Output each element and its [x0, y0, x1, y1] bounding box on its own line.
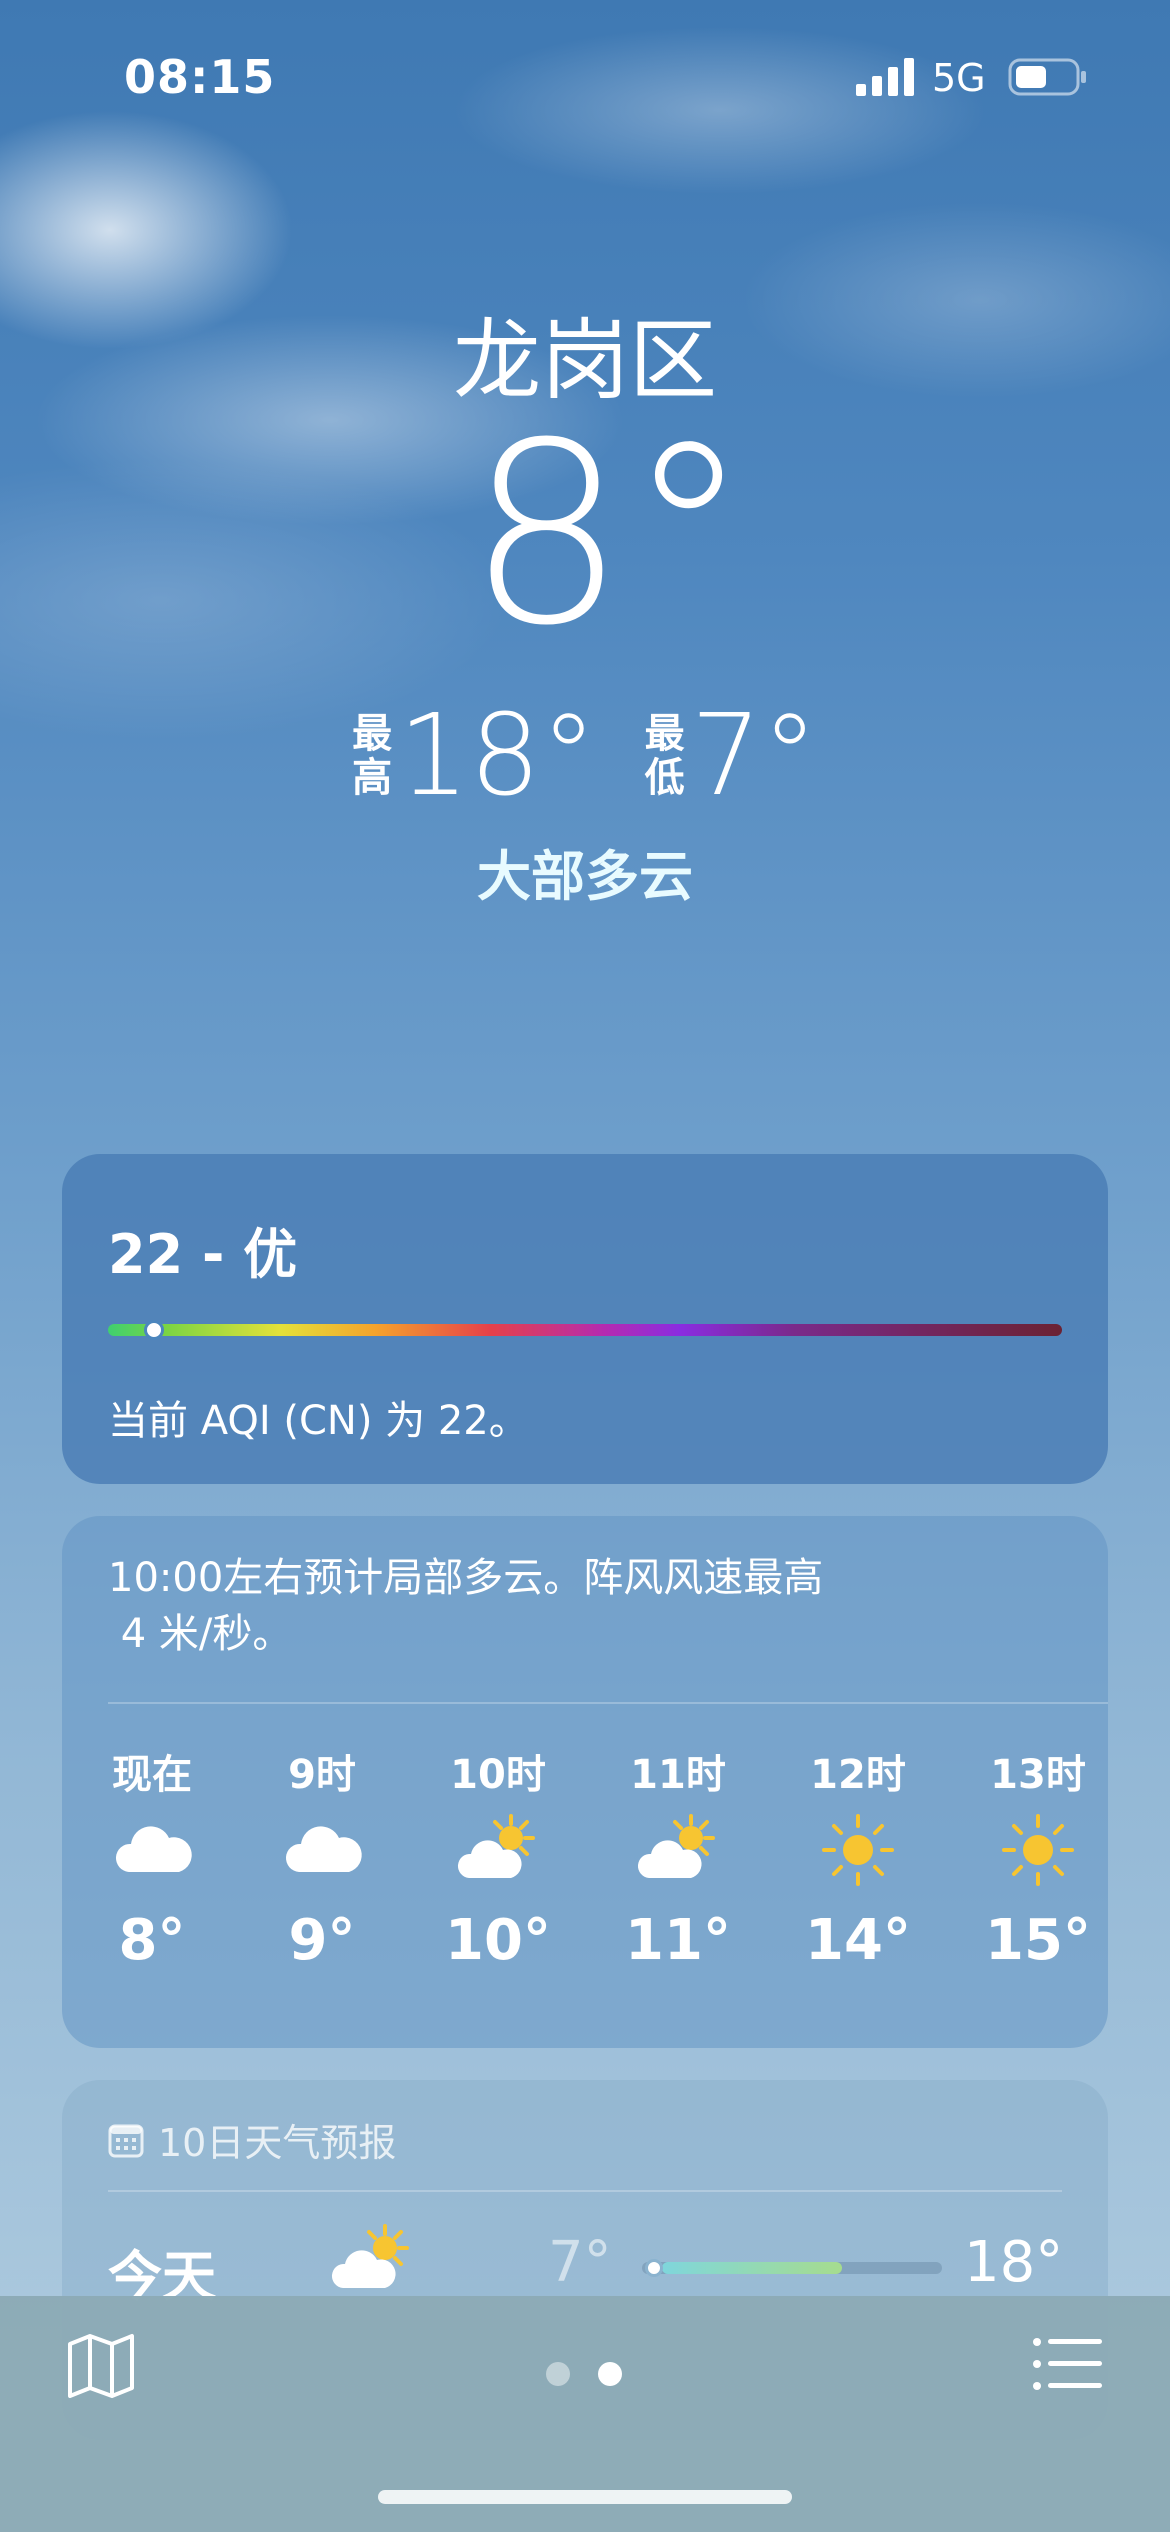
- hour-temp: 14°: [805, 1908, 911, 1973]
- hour-item: 12时 14°: [788, 1742, 928, 1973]
- hourly-summary-line-2: 4 米/秒。: [108, 1611, 293, 1657]
- page-indicator-dot[interactable]: [546, 2362, 570, 2386]
- aqi-description: 当前 AQI (CN) 为 22。: [108, 1398, 529, 1444]
- hour-label: 13时: [990, 1752, 1086, 1798]
- aqi-scale-bar: [108, 1324, 1062, 1336]
- hour-temp: 9°: [288, 1908, 356, 1973]
- aqi-title: 22 - 优: [108, 1223, 298, 1286]
- high-temp-value: 18°: [398, 691, 597, 821]
- hour-item: 10时 10°: [428, 1742, 568, 1973]
- hour-item: 13时 15°: [968, 1742, 1108, 1973]
- hour-item: 11时 11°: [608, 1742, 748, 1973]
- divider: [108, 2190, 1062, 2192]
- network-type: 5G: [932, 56, 986, 100]
- hourly-forecast-card[interactable]: 10:00左右预计局部多云。阵风风速最高 4 米/秒。 现在 8° 9时 9° …: [62, 1516, 1108, 2048]
- low-temp-group: 最 低 7°: [645, 700, 818, 812]
- hourly-summary-line-1: 10:00左右预计局部多云。阵风风速最高: [108, 1555, 824, 1601]
- page-indicator-dot-active[interactable]: [598, 2362, 622, 2386]
- list-icon[interactable]: [1032, 2336, 1104, 2392]
- hour-label: 10时: [450, 1752, 546, 1798]
- forecast-high-temp: 18°: [964, 2230, 1064, 2295]
- sun-icon: [1002, 1814, 1074, 1886]
- temperature-range-bar: [662, 2262, 842, 2274]
- aqi-card[interactable]: 22 - 优 当前 AQI (CN) 为 22。: [62, 1154, 1108, 1484]
- forecast-header-label: 10日天气预报: [158, 2121, 397, 2165]
- sun-icon: [822, 1814, 894, 1886]
- weather-condition: 大部多云: [477, 845, 693, 908]
- signal-icon: [856, 58, 914, 96]
- high-label-char-2: 高: [352, 755, 393, 801]
- high-label: 最 高: [352, 712, 392, 800]
- hour-temp: 8°: [118, 1908, 186, 1973]
- high-low-temperature: 最 高 18° 最 低 7°: [0, 700, 1170, 812]
- current-temp-indicator: [645, 2259, 663, 2277]
- low-temp-value: 7°: [690, 691, 818, 821]
- low-label-char-2: 低: [644, 755, 685, 801]
- hour-temp: 15°: [985, 1908, 1091, 1973]
- hour-label: 12时: [810, 1752, 906, 1798]
- partly-sunny-icon: [637, 1814, 715, 1878]
- hour-label: 11时: [630, 1752, 726, 1798]
- hour-temp: 10°: [445, 1908, 551, 1973]
- cloud-icon: [285, 1826, 362, 1872]
- forecast-header: 10日天气预报: [108, 2112, 396, 2167]
- low-label-char-1: 最: [644, 711, 685, 757]
- current-temperature: 8°: [466, 389, 752, 680]
- partly-sunny-icon: [457, 1814, 535, 1878]
- forecast-low-temp: 7°: [548, 2230, 612, 2295]
- battery-icon: [1008, 58, 1086, 96]
- map-icon[interactable]: [66, 2332, 136, 2398]
- home-indicator[interactable]: [378, 2490, 792, 2504]
- high-temp-group: 最 高 18°: [352, 700, 597, 812]
- hourly-summary: 10:00左右预计局部多云。阵风风速最高 4 米/秒。: [108, 1550, 1008, 1662]
- hour-temp: 11°: [625, 1908, 731, 1973]
- high-label-char-1: 最: [352, 711, 393, 757]
- status-time: 08:15: [124, 50, 276, 104]
- divider: [108, 1702, 1108, 1704]
- hour-label: 现在: [112, 1752, 192, 1798]
- hour-item: 现在 8°: [82, 1742, 222, 1973]
- hour-label: 9时: [288, 1752, 356, 1798]
- calendar-icon: [108, 2124, 144, 2157]
- partly-sunny-icon: [331, 2224, 409, 2288]
- cloud-icon: [115, 1826, 192, 1872]
- hour-item: 9时 9°: [252, 1742, 392, 1973]
- low-label: 最 低: [645, 712, 685, 800]
- aqi-indicator: [144, 1320, 164, 1340]
